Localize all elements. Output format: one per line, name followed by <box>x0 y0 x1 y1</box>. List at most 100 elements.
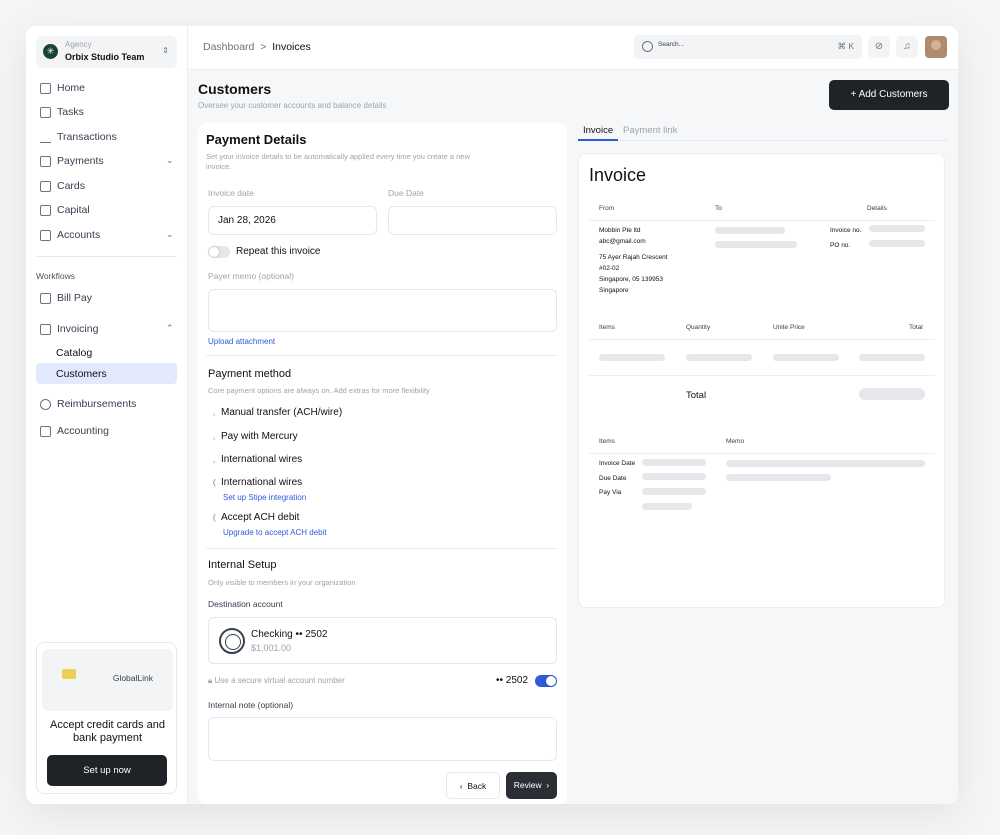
cards-icon <box>40 180 51 192</box>
invoice-date-input[interactable]: Jan 28, 2026 <box>208 206 377 235</box>
chevron-left-icon: ‹ <box>459 781 463 791</box>
setup-stripe-link[interactable]: Set up Stipe integration <box>223 493 306 502</box>
pay-via-label-preview: Pay Via <box>599 489 622 496</box>
workflows-label: Workflows <box>36 271 76 281</box>
sidebar-item-home[interactable]: Home <box>40 78 85 98</box>
upgrade-ach-link[interactable]: Upgrade to accept ACH debit <box>223 528 327 537</box>
upload-attachment-link[interactable]: Upload attachment <box>208 337 275 346</box>
invoice-preview: Invoice From To Details Mobbin Pte ltd a… <box>578 153 945 608</box>
repeat-invoice-label: Repeat this invoice <box>236 246 321 257</box>
details-label: Details <box>867 205 887 212</box>
tab-invoice[interactable]: Invoice <box>583 125 613 136</box>
promo-card-image: GlobalLink <box>42 649 173 711</box>
sidebar-item-bill-pay[interactable]: Bill Pay <box>40 288 92 308</box>
sidebar-item-customers[interactable]: Customers <box>56 368 107 380</box>
check-icon: , <box>213 408 216 417</box>
sidebar-item-accounts[interactable]: Accounts ⌄ <box>40 225 185 245</box>
sidebar-item-accounting[interactable]: Accounting <box>40 421 109 441</box>
bank-icon <box>40 229 51 241</box>
sidebar-item-reimbursements[interactable]: Reimbursements <box>40 394 136 414</box>
to-label: To <box>715 205 722 212</box>
address-line: Singapore <box>599 287 629 294</box>
sidebar-item-capital[interactable]: Capital <box>40 200 90 220</box>
placeholder-bar <box>599 354 665 361</box>
destination-account-card[interactable]: Checking •• 2502 $1,001.00 <box>208 617 557 664</box>
sidebar: ✳ Agency Orbix Studio Team ⇕ Home Tasks … <box>26 26 188 804</box>
address-line: #02-02 <box>599 265 620 272</box>
chevron-right-icon: › <box>546 780 550 790</box>
from-label: From <box>599 205 615 212</box>
invoice-icon <box>40 323 51 335</box>
page-subtitle: Oversee your customer accounts and balan… <box>198 101 387 110</box>
preview-divider <box>589 339 935 340</box>
payer-memo-field[interactable] <box>208 289 557 332</box>
total-header: Total <box>909 324 923 331</box>
form-title: Payment Details <box>206 132 307 147</box>
invoice-date-label: Invoice date <box>208 188 254 198</box>
section-divider <box>206 548 557 549</box>
review-button[interactable]: Review › <box>506 772 557 799</box>
memo-header: Memo <box>726 438 745 445</box>
search-shortcut: ⌘ K <box>837 41 854 51</box>
capital-icon <box>40 204 51 216</box>
placeholder-bar <box>726 474 831 481</box>
internal-note-label: Internal note (optional) <box>208 700 294 710</box>
payment-method-desc: Core payment options are always on. Add … <box>208 386 430 395</box>
setup-now-button[interactable]: Set up now <box>47 755 167 786</box>
lock-icon: 🔒︎ <box>208 676 213 685</box>
eye-off-icon[interactable]: ⊘ <box>868 36 890 58</box>
sidebar-item-tasks[interactable]: Tasks <box>40 102 84 122</box>
method-manual-transfer[interactable]: , Manual transfer (ACH/wire) <box>213 407 342 418</box>
tab-payment-link[interactable]: Payment link <box>623 125 677 136</box>
sidebar-item-cards[interactable]: Cards <box>40 176 85 196</box>
breadcrumb-dashboard[interactable]: Dashboard <box>203 41 254 53</box>
placeholder-bar <box>642 473 706 480</box>
virtual-account-toggle[interactable] <box>535 675 557 687</box>
reimburse-icon <box>40 398 51 410</box>
bill-icon <box>40 292 51 304</box>
search-input[interactable]: Search... ⌘ K <box>634 35 862 59</box>
bell-icon[interactable]: ♫ <box>896 36 918 58</box>
home-icon <box>40 82 51 94</box>
back-button[interactable]: ‹ Back <box>446 772 500 799</box>
destination-account-label: Destination account <box>208 599 283 609</box>
sidebar-divider <box>36 256 177 257</box>
internal-note-field[interactable] <box>208 717 557 761</box>
sidebar-item-transactions[interactable]: Transactions <box>40 127 117 147</box>
virtual-account-value: •• 2502 <box>496 675 529 686</box>
po-no-label: PO no. <box>830 242 851 249</box>
total-label: Total <box>686 390 707 401</box>
tasks-icon <box>40 106 51 118</box>
team-logo-icon: ✳ <box>43 44 58 59</box>
method-international-wires[interactable]: , International wires <box>213 454 302 465</box>
method-pay-with-mercury[interactable]: , Pay with Mercury <box>213 431 298 442</box>
avatar[interactable] <box>925 36 947 58</box>
radio-icon: ( <box>213 478 216 487</box>
preview-divider <box>589 375 935 376</box>
placeholder-bar <box>642 488 706 495</box>
internal-setup-title: Internal Setup <box>208 559 277 571</box>
promo-brand: GlobalLink <box>112 673 153 683</box>
bank-coin-icon <box>219 628 245 654</box>
virtual-account-label: 🔒︎ Use a secure virtual account number <box>208 676 345 685</box>
add-customers-button[interactable]: + Add Customers <box>829 80 949 110</box>
bottom-items-header: Items <box>599 438 615 445</box>
main-content: Customers Oversee your customer accounts… <box>188 70 958 804</box>
sidebar-item-payments[interactable]: Payments ⌄ <box>40 151 185 171</box>
radio-icon: ( <box>213 513 216 522</box>
page-title: Customers <box>198 81 272 97</box>
repeat-invoice-toggle[interactable] <box>208 246 230 258</box>
team-switcher[interactable]: ✳ Agency Orbix Studio Team ⇕ <box>36 36 177 68</box>
team-name: Orbix Studio Team <box>65 52 145 62</box>
method-international-wires-2[interactable]: (International wires <box>213 477 302 488</box>
form-description: Set your invoice details to be automatic… <box>206 152 470 171</box>
book-icon <box>40 425 51 437</box>
sidebar-item-catalog[interactable]: Catalog <box>56 347 92 359</box>
team-org: Agency <box>65 40 92 49</box>
sidebar-item-invoicing[interactable]: Invoicing ⌃ <box>40 319 185 339</box>
card-chip-icon <box>62 669 76 679</box>
method-accept-ach-debit[interactable]: (Accept ACH debit <box>213 512 299 523</box>
placeholder-bar <box>726 460 925 467</box>
payer-memo-label: Payer memo (optional) <box>208 271 294 281</box>
due-date-input[interactable] <box>388 206 557 235</box>
